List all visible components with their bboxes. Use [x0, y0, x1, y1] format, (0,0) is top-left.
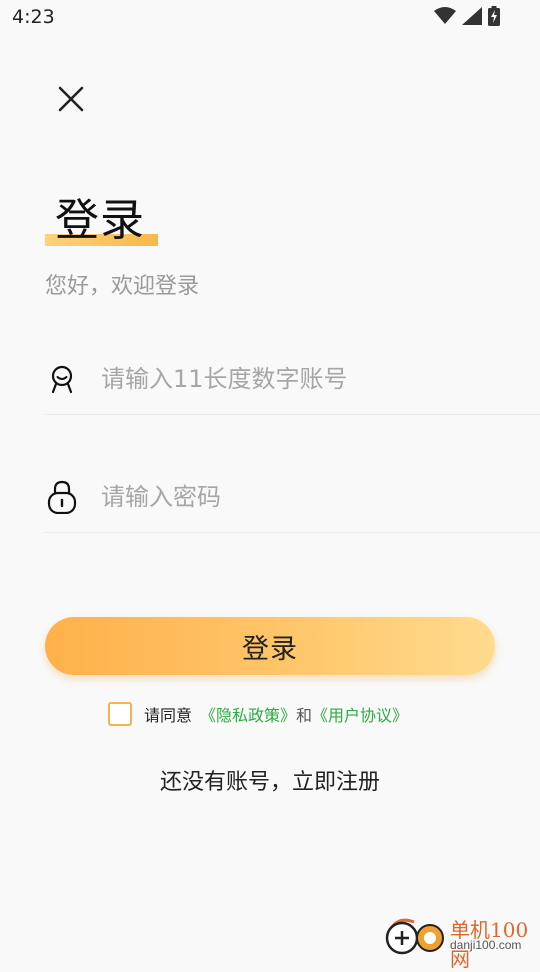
account-field	[45, 344, 540, 415]
close-button[interactable]	[52, 82, 90, 120]
password-input[interactable]	[99, 482, 503, 512]
status-time: 4:23	[12, 6, 55, 28]
wifi-icon	[434, 7, 456, 29]
account-input[interactable]	[99, 364, 503, 394]
page-title-text: 登录	[55, 195, 145, 246]
user-agreement-link[interactable]: 《用户协议》	[312, 702, 408, 726]
lock-icon	[45, 480, 79, 514]
agreement-conjunction: 和	[296, 706, 313, 725]
page-subtitle: 您好，欢迎登录	[45, 274, 200, 299]
signal-icon	[462, 7, 482, 29]
status-icons	[434, 6, 500, 30]
watermark: 单机100网 danji100.com	[384, 912, 534, 971]
page-title: 登录	[45, 180, 158, 246]
privacy-policy-link[interactable]: 《隐私政策》	[200, 702, 296, 726]
agreement-checkbox[interactable]	[108, 702, 132, 726]
register-link[interactable]: 还没有账号，立即注册	[0, 764, 540, 796]
watermark-url: danji100.com	[450, 938, 522, 952]
login-button[interactable]: 登录	[45, 617, 495, 675]
agreement-prefix: 请同意	[144, 706, 193, 725]
close-icon	[58, 86, 84, 116]
password-field	[45, 462, 540, 533]
watermark-logo-icon	[384, 916, 446, 956]
agreement-row: 请同意 《隐私政策》 和 《用户协议》	[108, 702, 408, 726]
battery-charging-icon	[488, 6, 500, 30]
user-icon	[45, 362, 79, 396]
